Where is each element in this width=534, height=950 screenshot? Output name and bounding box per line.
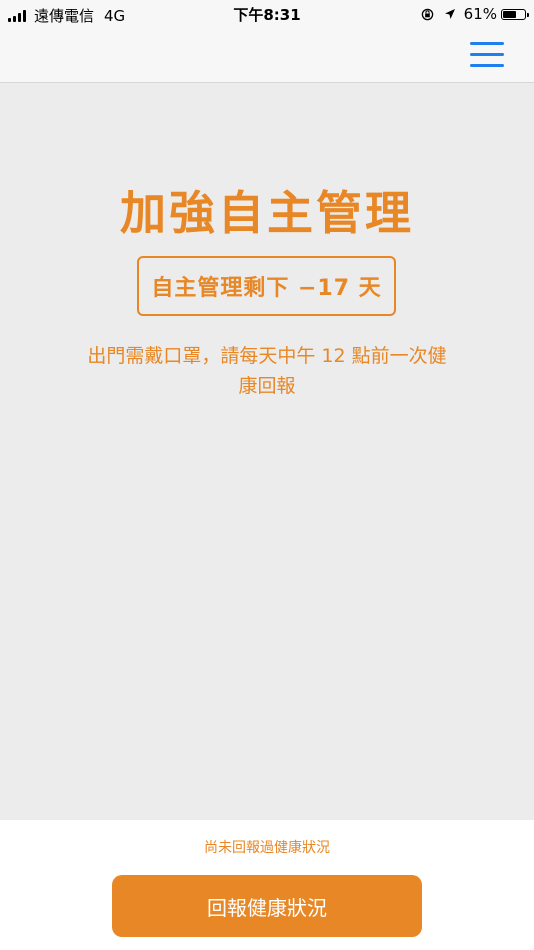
battery-percent: 61%	[463, 5, 497, 23]
instructions-text: 出門需戴口罩，請每天中午 12 點前一次健康回報	[87, 345, 447, 397]
page-title: 加強自主管理	[120, 186, 414, 240]
battery-fill	[503, 10, 516, 18]
report-health-button[interactable]: 回報健康狀況	[112, 875, 422, 937]
nav-bar	[0, 28, 534, 83]
bottom-panel: 尚未回報過健康狀況 回報健康狀況	[0, 820, 534, 950]
status-right: 61%	[421, 5, 529, 23]
status-bar: 遠傳電信 4G 下午8:31 61%	[0, 0, 534, 28]
rotation-lock-icon	[421, 8, 433, 20]
location-arrow-icon	[444, 9, 455, 19]
main-content: 加強自主管理 自主管理剩下 −17 天 出門需戴口罩，請每天中午 12 點前一次…	[0, 83, 534, 820]
battery-icon	[501, 8, 529, 20]
hamburger-menu-icon[interactable]	[470, 40, 504, 70]
days-remaining-badge: 自主管理剩下 −17 天	[137, 256, 396, 316]
report-status-text: 尚未回報過健康狀況	[204, 840, 330, 856]
battery-cap	[527, 12, 529, 17]
